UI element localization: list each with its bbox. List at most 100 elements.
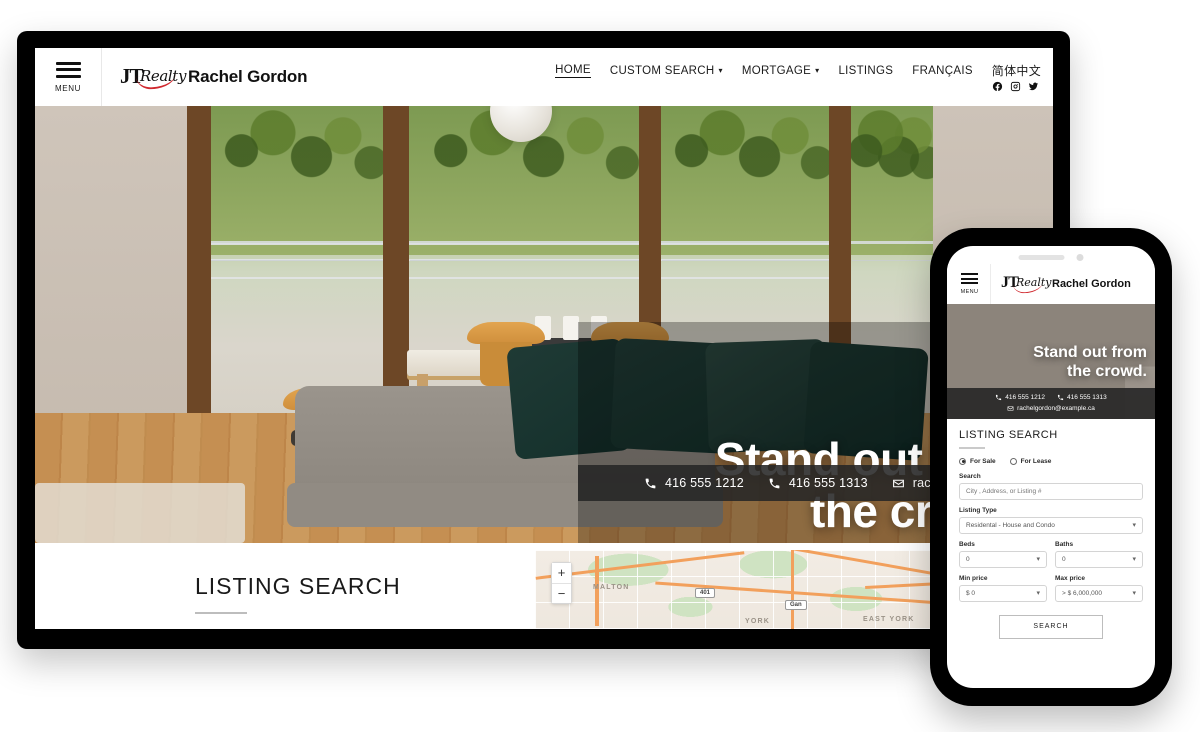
- tree-foliage: [210, 106, 385, 255]
- listing-type-select[interactable]: Residental - House and Condo ▾: [959, 516, 1143, 534]
- tree-foliage: [851, 106, 933, 255]
- mobile-site-header: MENU JT Realty Rachel Gordon: [947, 264, 1155, 304]
- mobile-phone-row: 416 555 1212 416 555 1313: [947, 392, 1155, 403]
- listing-type-field-group: Listing Type Residental - House and Cond…: [959, 507, 1143, 534]
- nav-item-custom-search[interactable]: CUSTOM SEARCH ▾: [610, 65, 723, 77]
- nav-label-chinese: 简体中文: [991, 64, 1041, 78]
- mobile-phone-frame: MENU JT Realty Rachel Gordon Stand out f…: [930, 228, 1172, 706]
- facebook-icon[interactable]: [992, 81, 1003, 92]
- beds-value: 0: [966, 555, 970, 563]
- nav-label-listings: LISTINGS: [838, 64, 894, 77]
- phone-speaker-icon: [1018, 255, 1065, 260]
- mobile-brand-name: Rachel Gordon: [1052, 278, 1131, 290]
- nav-label-francais: FRANÇAIS: [912, 64, 973, 77]
- listing-type-label: Listing Type: [959, 506, 997, 514]
- radio-for-sale[interactable]: For Sale: [959, 457, 996, 465]
- dining-chair-back: [467, 322, 545, 344]
- phone-1[interactable]: 416 555 1212: [644, 476, 744, 490]
- chevron-down-icon: ▾: [1132, 522, 1136, 529]
- envelope-icon: [1007, 406, 1014, 411]
- nav-item-mortgage[interactable]: MORTGAGE ▾: [742, 65, 820, 77]
- beds-select[interactable]: 0 ▾: [959, 550, 1047, 568]
- price-row: Min price $ 0 ▾ Max price > $ 6,000,000 …: [959, 575, 1143, 609]
- mobile-phone-1[interactable]: 416 555 1212: [995, 392, 1045, 403]
- mobile-phone-2-number: 416 555 1313: [1067, 393, 1107, 401]
- radio-for-sale-label: For Sale: [970, 457, 996, 465]
- nav-label-mortgage: MORTGAGE: [741, 64, 812, 77]
- listing-search-heading-block: LISTING SEARCH: [35, 543, 535, 629]
- title-underline: [195, 612, 247, 614]
- brand-name: Rachel Gordon: [188, 67, 308, 86]
- phone-2[interactable]: 416 555 1313: [768, 476, 868, 490]
- max-price-value: > $ 6,000,000: [1062, 589, 1102, 597]
- candle: [563, 316, 579, 340]
- map-shield-gan: Gan: [785, 600, 807, 610]
- twitter-icon[interactable]: [1028, 81, 1039, 92]
- map-zoom-out-button[interactable]: −: [552, 583, 571, 603]
- radio-for-lease-indicator: [1009, 457, 1017, 465]
- mobile-email-link[interactable]: rachelgordon@example.ca: [1007, 403, 1095, 414]
- nav-item-home[interactable]: HOME: [555, 64, 591, 78]
- hero-section: Stand out from the crowd. 416 555 1212 4…: [35, 106, 1053, 543]
- menu-button[interactable]: MENU: [35, 48, 102, 106]
- search-input[interactable]: [959, 482, 1143, 500]
- header-right: HOME CUSTOM SEARCH ▾ MORTGAGE ▾ LISTINGS: [555, 62, 1053, 92]
- hamburger-icon: [961, 273, 978, 287]
- baths-field-group: Baths 0 ▾: [1055, 541, 1143, 568]
- rug: [35, 483, 245, 543]
- map-highway: [791, 550, 794, 629]
- radio-for-lease[interactable]: For Lease: [1009, 457, 1051, 465]
- mobile-phone-2[interactable]: 416 555 1313: [1057, 392, 1107, 403]
- chevron-down-icon: ▾: [1036, 556, 1040, 563]
- page-title: LISTING SEARCH: [195, 573, 401, 599]
- baths-select[interactable]: 0 ▾: [1055, 550, 1143, 568]
- mobile-menu-button[interactable]: MENU: [949, 264, 991, 304]
- nav-label-home: HOME: [555, 63, 591, 76]
- mobile-hero-title: Stand out from the crowd.: [947, 344, 1147, 381]
- mobile-email-row: rachelgordon@example.ca: [947, 403, 1155, 414]
- map-highway: [595, 556, 599, 626]
- mobile-hero-title-line2: the crowd.: [1066, 362, 1147, 380]
- beds-baths-row: Beds 0 ▾ Baths 0 ▾: [959, 541, 1143, 575]
- brand-logo[interactable]: JT Realty Rachel Gordon: [102, 62, 307, 92]
- social-links: [992, 81, 1041, 92]
- chevron-down-icon: ▾: [1132, 590, 1136, 597]
- envelope-icon: [892, 479, 904, 487]
- search-label: Search: [959, 472, 981, 480]
- mobile-screen: MENU JT Realty Rachel Gordon Stand out f…: [947, 246, 1155, 688]
- mobile-menu-label: MENU: [960, 288, 979, 295]
- chevron-down-icon: ▾: [1036, 590, 1040, 597]
- tree-foliage: [661, 106, 831, 255]
- nav-item-listings[interactable]: LISTINGS: [838, 65, 893, 77]
- phone-1-number: 416 555 1212: [665, 476, 744, 490]
- min-price-select[interactable]: $ 0 ▾: [959, 584, 1047, 602]
- jt-realty-logo-icon: JT Realty: [1001, 273, 1052, 295]
- baths-label: Baths: [1055, 540, 1074, 548]
- min-price-field-group: Min price $ 0 ▾: [959, 575, 1047, 602]
- mobile-email-address: rachelgordon@example.ca: [1017, 404, 1095, 412]
- map-label-malton: MALTON: [593, 584, 630, 591]
- mobile-hero-section: Stand out from the crowd. 416 555 1212 4…: [947, 304, 1155, 419]
- map-zoom-in-button[interactable]: +: [552, 563, 571, 583]
- mobile-phone-1-number: 416 555 1212: [1005, 393, 1045, 401]
- mobile-hero-title-line1: Stand out from: [1033, 344, 1147, 362]
- map-zoom-controls[interactable]: + −: [551, 562, 572, 604]
- menu-label: MENU: [55, 83, 81, 93]
- logo-realty-text: Realty: [1016, 276, 1052, 289]
- nav-item-francais[interactable]: FRANÇAIS: [912, 65, 973, 77]
- max-price-select[interactable]: > $ 6,000,000 ▾: [1055, 584, 1143, 602]
- mobile-brand-logo[interactable]: JT Realty Rachel Gordon: [991, 273, 1131, 295]
- phone-icon: [1057, 394, 1064, 401]
- nav-item-chinese[interactable]: 简体中文: [992, 62, 1041, 79]
- site-header: MENU JT Realty Rachel Gordon HOME CUSTOM…: [35, 48, 1053, 106]
- nav-label-custom-search: CUSTOM SEARCH: [609, 64, 715, 77]
- search-button[interactable]: SEARCH: [999, 614, 1103, 639]
- max-price-label: Max price: [1055, 574, 1085, 582]
- map-label-york: YORK: [745, 618, 771, 625]
- instagram-icon[interactable]: [1010, 81, 1021, 92]
- radio-for-sale-indicator: [959, 457, 966, 465]
- beds-field-group: Beds 0 ▾: [959, 541, 1047, 568]
- balcony-railing: [661, 237, 831, 333]
- map-label-east-york: EAST YORK: [863, 616, 915, 623]
- desktop-monitor-frame: MENU JT Realty Rachel Gordon HOME CUSTOM…: [17, 31, 1070, 649]
